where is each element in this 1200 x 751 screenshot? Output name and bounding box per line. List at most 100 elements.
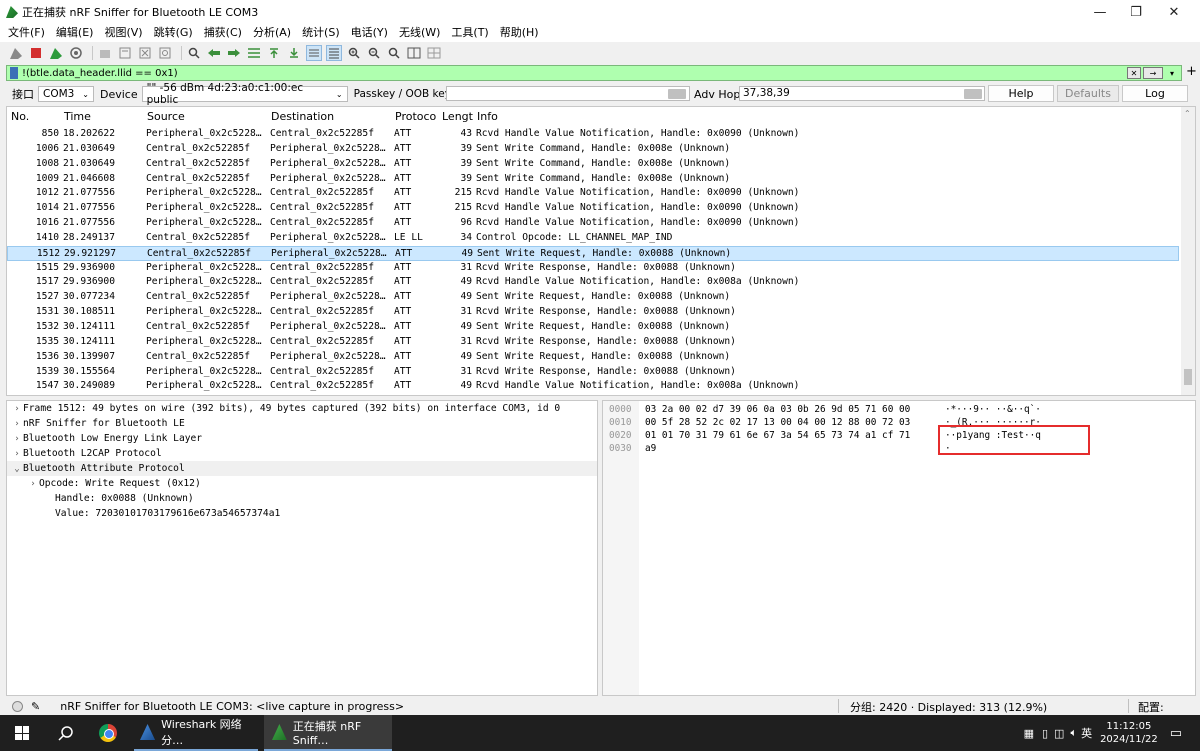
- network-icon[interactable]: ◫: [1054, 727, 1064, 740]
- table-row[interactable]: 1527 30.077234 Central_0x2c52285f Periphera…: [7, 290, 1179, 305]
- expert-info-icon[interactable]: [12, 700, 23, 712]
- packet-list-scrollbar[interactable]: ⌃: [1181, 107, 1195, 395]
- menu-statistics[interactable]: 统计(S): [302, 24, 340, 40]
- detail-tree-item[interactable]: Handle: 0x0088 (Unknown): [7, 491, 597, 506]
- menu-tools[interactable]: 工具(T): [451, 24, 488, 40]
- input-language-indicator[interactable]: 英: [1081, 725, 1092, 741]
- go-forward-icon[interactable]: [226, 45, 242, 61]
- filter-history-icon[interactable]: ▾: [1165, 67, 1179, 79]
- column-header-destination[interactable]: Destination: [271, 110, 334, 123]
- expanded-icon[interactable]: ⌄: [11, 464, 23, 474]
- collapsed-icon[interactable]: ›: [11, 419, 23, 429]
- menu-capture[interactable]: 捕获(C): [204, 24, 242, 40]
- restore-button[interactable]: ❐: [1116, 0, 1156, 24]
- stop-capture-icon[interactable]: [28, 45, 44, 61]
- table-row[interactable]: 1515 29.936900 Peripheral_0x2c5228… Central…: [7, 261, 1179, 276]
- menu-view[interactable]: 视图(V): [104, 24, 142, 40]
- table-row[interactable]: 1512 29.921297 Central_0x2c52285f Periphera…: [7, 245, 1179, 261]
- minimize-button[interactable]: —: [1080, 0, 1120, 24]
- collapsed-icon[interactable]: ›: [27, 479, 39, 489]
- table-row[interactable]: 1012 21.077556 Peripheral_0x2c5228… Central…: [7, 186, 1179, 201]
- last-packet-icon[interactable]: [286, 45, 302, 61]
- collapsed-icon[interactable]: ›: [11, 434, 23, 444]
- table-row[interactable]: 1014 21.077556 Peripheral_0x2c5228… Central…: [7, 201, 1179, 216]
- menu-analyze[interactable]: 分析(A): [253, 24, 291, 40]
- detail-tree-item[interactable]: › Bluetooth Low Energy Link Layer: [7, 431, 597, 446]
- open-file-icon[interactable]: [97, 45, 113, 61]
- display-filter-input[interactable]: !(btle.data_header.llid == 0x1) ✕ → ▾: [6, 65, 1182, 81]
- column-header-time[interactable]: Time: [64, 110, 91, 123]
- volume-icon[interactable]: 🔈︎: [1070, 726, 1077, 740]
- autoscroll-icon[interactable]: [306, 45, 322, 61]
- column-header-length[interactable]: Lengt: [442, 110, 473, 123]
- zoom-out-icon[interactable]: [366, 45, 382, 61]
- add-filter-button-icon[interactable]: +: [1186, 64, 1197, 79]
- zoom-normal-icon[interactable]: [386, 45, 402, 61]
- menu-go[interactable]: 跳转(G): [154, 24, 193, 40]
- table-row[interactable]: 1547 30.249089 Peripheral_0x2c5228… Central…: [7, 379, 1179, 394]
- chrome-taskbar-button[interactable]: [88, 724, 128, 742]
- device-select[interactable]: "" -56 dBm 4d:23:a0:c1:00:ec public ⌄: [141, 82, 348, 106]
- table-row[interactable]: 1517 29.936900 Peripheral_0x2c5228… Central…: [7, 275, 1179, 290]
- clock[interactable]: 11:12:05 2024/11/22: [1100, 720, 1158, 746]
- reload-icon[interactable]: [157, 45, 173, 61]
- detail-tree-item[interactable]: › Frame 1512: 49 bytes on wire (392 bits)…: [7, 401, 597, 416]
- column-header-source[interactable]: Source: [147, 110, 185, 123]
- packet-list[interactable]: No. Time Source Destination Protoco Leng…: [6, 106, 1196, 396]
- passkey-input[interactable]: [446, 86, 690, 101]
- menu-help[interactable]: 帮助(H): [500, 24, 539, 40]
- packet-details[interactable]: › Frame 1512: 49 bytes on wire (392 bits)…: [6, 400, 598, 696]
- menu-telephony[interactable]: 电话(Y): [351, 24, 388, 40]
- defaults-button[interactable]: Defaults: [1057, 85, 1119, 102]
- collapsed-icon[interactable]: ›: [11, 449, 23, 459]
- notification-icon[interactable]: ▭: [1170, 726, 1182, 741]
- colorize-icon[interactable]: [326, 45, 342, 61]
- menu-file[interactable]: 文件(F): [8, 24, 45, 40]
- table-row[interactable]: 1009 21.046608 Central_0x2c52285f Periphera…: [7, 172, 1179, 187]
- find-packet-icon[interactable]: [186, 45, 202, 61]
- detail-tree-item[interactable]: Value: 72030101703179616e673a54657374a1: [7, 506, 597, 521]
- collapsed-icon[interactable]: ›: [11, 404, 23, 414]
- set-passkey-icon[interactable]: [668, 89, 686, 99]
- adv-hop-input[interactable]: 37,38,39: [739, 86, 985, 101]
- table-row[interactable]: 1016 21.077556 Peripheral_0x2c5228… Central…: [7, 216, 1179, 231]
- detail-tree-item[interactable]: › nRF Sniffer for Bluetooth LE: [7, 416, 597, 431]
- table-row[interactable]: 1006 21.030649 Central_0x2c52285f Periphera…: [7, 142, 1179, 157]
- display-filter-text[interactable]: !(btle.data_header.llid == 0x1): [22, 68, 178, 79]
- go-back-icon[interactable]: [206, 45, 222, 61]
- scroll-up-icon[interactable]: ⌃: [1184, 109, 1191, 118]
- detail-tree-item[interactable]: › Bluetooth L2CAP Protocol: [7, 446, 597, 461]
- start-capture-icon[interactable]: [8, 45, 24, 61]
- packet-bytes[interactable]: 0000 03 2a 00 02 d7 39 06 0a 03 0b 26 9d …: [602, 400, 1196, 696]
- table-row[interactable]: 1410 28.249137 Central_0x2c52285f Periphera…: [7, 231, 1179, 246]
- bookmark-icon[interactable]: [10, 67, 18, 79]
- battery-icon[interactable]: ▯: [1042, 727, 1048, 740]
- save-file-icon[interactable]: [117, 45, 133, 61]
- set-adv-hop-icon[interactable]: [964, 89, 982, 99]
- table-row[interactable]: 1536 30.139907 Central_0x2c52285f Periphera…: [7, 350, 1179, 365]
- column-header-info[interactable]: Info: [477, 110, 498, 123]
- menu-wireless[interactable]: 无线(W): [399, 24, 440, 40]
- table-row[interactable]: 1535 30.124111 Peripheral_0x2c5228… Central…: [7, 335, 1179, 350]
- column-header-protocol[interactable]: Protoco: [395, 110, 436, 123]
- detail-tree-item[interactable]: ⌄ Bluetooth Attribute Protocol: [7, 461, 597, 476]
- keyboard-icon[interactable]: ▦: [1024, 727, 1034, 740]
- detail-tree-item[interactable]: › Opcode: Write Request (0x12): [7, 476, 597, 491]
- close-button[interactable]: ✕: [1154, 0, 1194, 24]
- table-row[interactable]: 1008 21.030649 Central_0x2c52285f Periphera…: [7, 157, 1179, 172]
- capture-comment-icon[interactable]: ✎: [31, 700, 40, 713]
- scrollbar-thumb[interactable]: [1184, 369, 1192, 385]
- log-button[interactable]: Log: [1122, 85, 1188, 102]
- first-packet-icon[interactable]: [266, 45, 282, 61]
- restart-capture-icon[interactable]: [48, 45, 64, 61]
- layout-icon[interactable]: [426, 45, 442, 61]
- interface-select[interactable]: COM3 ⌄: [38, 86, 94, 102]
- zoom-in-icon[interactable]: [346, 45, 362, 61]
- close-file-icon[interactable]: [137, 45, 153, 61]
- start-button[interactable]: [0, 715, 44, 751]
- search-icon[interactable]: [44, 725, 88, 741]
- capture-taskbar-button[interactable]: 正在捕获 nRF Sniff…: [264, 715, 392, 751]
- help-button[interactable]: Help: [988, 85, 1054, 102]
- table-row[interactable]: 850 18.202622 Peripheral_0x2c5228… Central_…: [7, 127, 1179, 142]
- table-row[interactable]: 1539 30.155564 Peripheral_0x2c5228… Central…: [7, 365, 1179, 380]
